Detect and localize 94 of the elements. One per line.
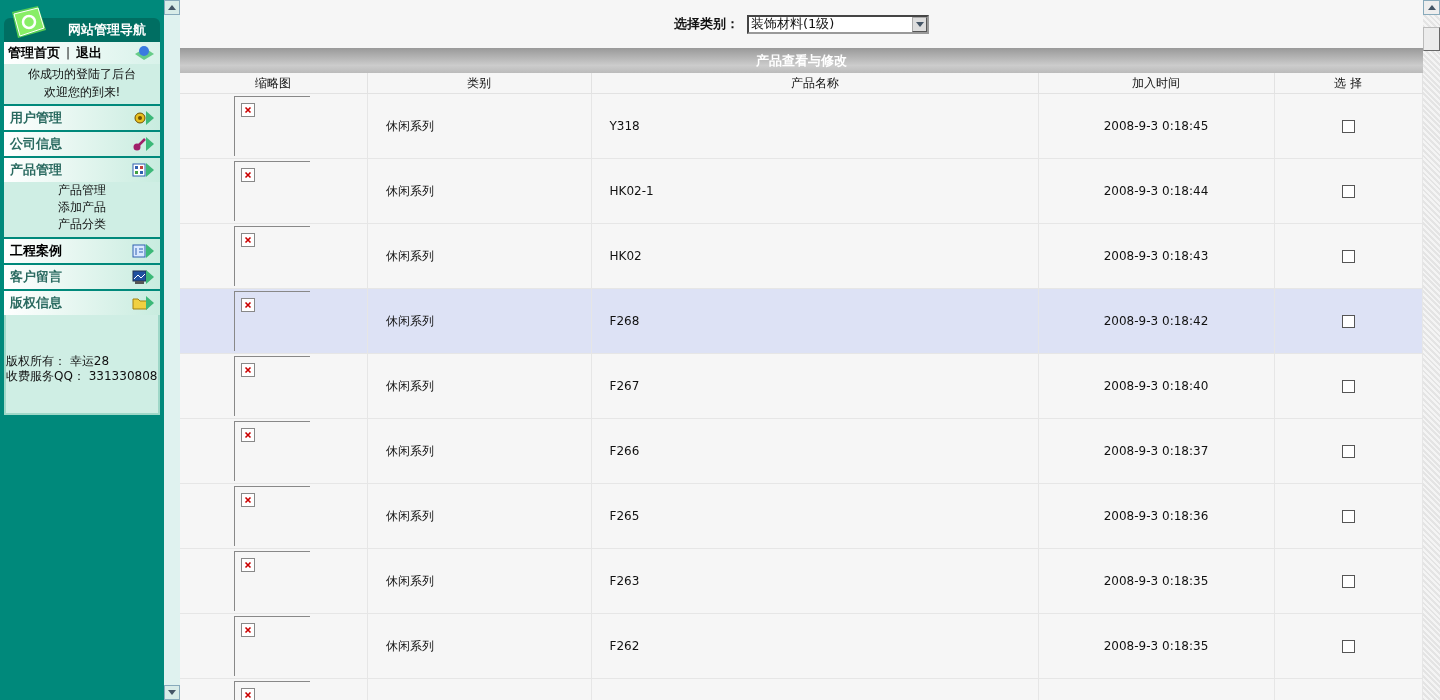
menu-icon	[132, 161, 156, 179]
table-cell: HK02	[609, 249, 642, 263]
table-cell: 2008-9-3 0:18:42	[1103, 314, 1209, 328]
menu-icon	[132, 268, 156, 286]
menu-icon	[132, 135, 156, 153]
table-cell: 休闲系列	[385, 183, 434, 198]
menu-item[interactable]: 用户管理	[4, 104, 160, 130]
table-cell: HK02-1	[609, 184, 654, 198]
table-cell: F263	[609, 574, 640, 588]
table-cell: 休闲系列	[385, 638, 434, 653]
column-header: 产品名称	[591, 73, 1038, 94]
row-checkbox[interactable]	[1341, 120, 1355, 133]
table-cell: 2008-9-3 0:18:43	[1103, 249, 1209, 263]
table-cell: 2008-9-3 0:18:37	[1103, 444, 1209, 458]
column-header: 缩略图	[180, 73, 367, 94]
scrollbar-thumb[interactable]	[1423, 27, 1440, 51]
table-cell: 休闲系列	[385, 378, 434, 393]
menu-item[interactable]: 公司信息	[4, 130, 160, 156]
broken-image-icon	[241, 168, 255, 182]
menu-icon	[132, 242, 156, 260]
table-row[interactable]: 休闲系列 F265 2008-9-3 0:18:36	[180, 483, 1423, 549]
submenu-item[interactable]: 产品管理	[4, 182, 160, 199]
row-checkbox[interactable]	[1341, 445, 1355, 458]
down-arrow-icon	[915, 21, 924, 27]
scroll-up-button[interactable]	[1423, 0, 1440, 15]
scroll-up-button[interactable]	[164, 0, 180, 15]
row-checkbox[interactable]	[1341, 640, 1355, 653]
table-row[interactable]: 休闲系列 F267 2008-9-3 0:18:40	[180, 353, 1423, 419]
table-cell: 休闲系列	[385, 573, 434, 588]
table-cell: F262	[609, 639, 640, 653]
broken-image-icon	[241, 688, 255, 700]
table-cell: 2008-9-3 0:18:35	[1103, 574, 1209, 588]
table-row[interactable]: 休闲系列 F268 2008-9-3 0:18:42	[180, 288, 1423, 354]
table-cell: 休闲系列	[385, 248, 434, 263]
column-header: 类别	[367, 73, 591, 94]
sidebar-title: 网站管理导航	[68, 21, 146, 39]
row-checkbox[interactable]	[1341, 185, 1355, 198]
copyright-text: 版权所有： 幸运28	[6, 354, 111, 369]
broken-image-icon	[241, 298, 255, 312]
welcome-text: 欢迎您的到来!	[42, 84, 122, 101]
table-row[interactable]: 休闲系列 F266 2008-9-3 0:18:37	[180, 418, 1423, 484]
copyright-text: 收费服务QQ： 331330808	[6, 369, 158, 384]
table-cell: 2008-9-3 0:18:36	[1103, 509, 1209, 523]
table-cell: F267	[609, 379, 640, 393]
table-row[interactable]: 休闲系列 HK02 2008-9-3 0:18:43	[180, 223, 1423, 289]
menu-item[interactable]: 产品管理	[4, 156, 160, 182]
home-link[interactable]: 管理首页	[8, 44, 60, 62]
broken-image-icon	[241, 558, 255, 572]
logout-link[interactable]: 退出	[76, 44, 103, 62]
table-cell: F265	[609, 509, 640, 523]
down-arrow-icon	[168, 690, 176, 695]
table-cell: F266	[609, 444, 640, 458]
broken-image-icon	[241, 623, 255, 637]
table-cell: F268	[609, 314, 640, 328]
table-cell: 2008-9-3 0:18:44	[1103, 184, 1209, 198]
menu-icon	[132, 294, 156, 312]
broken-image-icon	[241, 233, 255, 247]
row-checkbox[interactable]	[1341, 250, 1355, 263]
menu-item[interactable]: 版权信息	[4, 289, 160, 315]
link-separator: |	[66, 46, 71, 60]
up-arrow-icon	[168, 5, 176, 10]
table-row[interactable]: 休闲系列 F263 2008-9-3 0:18:35	[180, 548, 1423, 614]
filter-label: 选择类别：	[674, 15, 739, 33]
table-row[interactable]: 休闲系列 HK02-1 2008-9-3 0:18:44	[180, 158, 1423, 224]
table-cell: 休闲系列	[385, 443, 434, 458]
row-checkbox[interactable]	[1341, 575, 1355, 588]
row-checkbox[interactable]	[1341, 510, 1355, 523]
table-cell: Y318	[609, 119, 640, 133]
row-checkbox[interactable]	[1341, 380, 1355, 393]
submenu-item[interactable]: 添加产品	[4, 199, 160, 216]
category-select[interactable]: 装饰材料(1级)	[747, 14, 929, 34]
column-header: 加入时间	[1038, 73, 1274, 94]
column-header: 选 择	[1274, 73, 1423, 94]
welcome-text: 你成功的登陆了后台	[27, 66, 137, 83]
row-checkbox[interactable]	[1341, 315, 1355, 328]
table-cell: 休闲系列	[385, 313, 434, 328]
up-arrow-icon	[1427, 5, 1436, 10]
table-cell: 休闲系列	[385, 508, 434, 523]
menu-item[interactable]: 客户留言	[4, 263, 160, 289]
broken-image-icon	[241, 363, 255, 377]
broken-image-icon	[241, 103, 255, 117]
table-cell: 2008-9-3 0:18:40	[1103, 379, 1209, 393]
broken-image-icon	[241, 428, 255, 442]
table-cell: 2008-9-3 0:18:35	[1103, 639, 1209, 653]
table-row[interactable]: 休闲系列 Y318 2008-9-3 0:18:45	[180, 93, 1423, 159]
table-cell: 2008-9-3 0:18:45	[1103, 119, 1209, 133]
menu-icon	[132, 109, 156, 127]
submenu-item[interactable]: 产品分类	[4, 216, 160, 233]
table-row[interactable]: 休闲系列 F262 2008-9-3 0:18:35	[180, 613, 1423, 679]
scroll-down-button[interactable]	[164, 685, 180, 700]
broken-image-icon	[241, 493, 255, 507]
table-cell: 休闲系列	[385, 118, 434, 133]
menu-item[interactable]: 工程案例	[4, 237, 160, 263]
table-title: 产品查看与修改	[756, 51, 847, 70]
